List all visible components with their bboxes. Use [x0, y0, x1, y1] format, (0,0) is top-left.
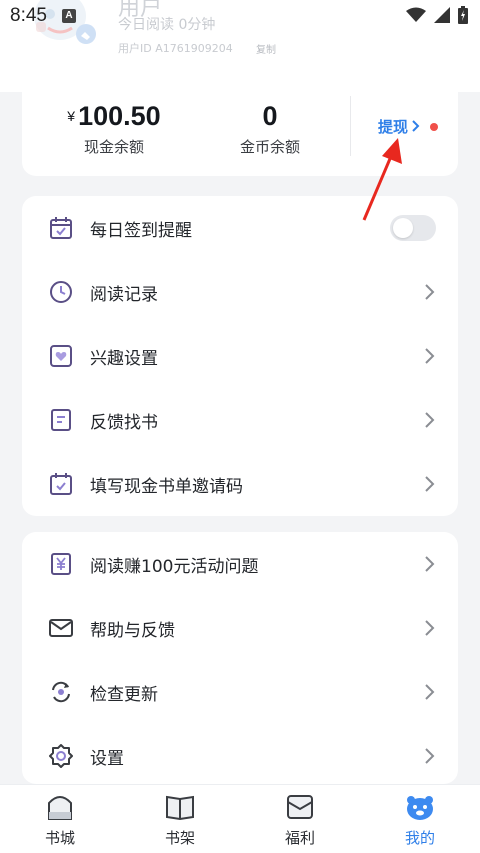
tab-mine[interactable]: 我的 — [380, 793, 460, 848]
notification-a-icon: A — [62, 9, 76, 23]
menu-item-check-update[interactable]: 检查更新 — [22, 660, 458, 724]
cash-balance-value: 100.50 — [78, 101, 161, 131]
signal-icon — [434, 7, 450, 27]
chevron-right-icon — [412, 117, 420, 136]
balance-divider — [350, 96, 351, 156]
wifi-icon — [406, 7, 426, 27]
menu-item-label: 检查更新 — [90, 684, 158, 705]
menu-item-label: 反馈找书 — [90, 412, 158, 433]
copy-id-button[interactable]: 复制 — [256, 41, 276, 56]
chevron-right-icon — [424, 683, 436, 701]
chevron-right-icon — [424, 475, 436, 493]
annotation-arrow-icon — [358, 132, 408, 224]
menu-group-1: 每日签到提醒 阅读记录 兴趣设置 反馈找书 填写现金书单邀请码 — [22, 196, 458, 516]
menu-item-activity-questions[interactable]: 阅读赚100元活动问题 — [22, 532, 458, 596]
cash-balance-label: 现金余额 — [83, 138, 144, 156]
coin-balance[interactable]: 0 金币余额 — [200, 100, 340, 157]
status-bar: 8:45 A — [0, 0, 480, 34]
mail-icon — [48, 615, 74, 641]
clock-icon — [48, 279, 74, 305]
tab-welfare[interactable]: 福利 — [260, 793, 340, 848]
calendar-check-icon — [48, 215, 74, 241]
tab-label: 我的 — [404, 829, 435, 847]
currency-symbol: ¥ — [67, 108, 76, 124]
calendar-check-icon — [48, 471, 74, 497]
coin-balance-value: 0 — [262, 101, 278, 131]
menu-item-label: 阅读记录 — [90, 284, 158, 305]
menu-item-help-feedback[interactable]: 帮助与反馈 — [22, 596, 458, 660]
chevron-right-icon — [424, 283, 436, 301]
menu-item-label: 每日签到提醒 — [90, 220, 192, 241]
tab-bookshelf[interactable]: 书架 — [140, 793, 220, 848]
profile-bear-icon — [405, 793, 435, 821]
status-time: 8:45 — [10, 5, 47, 26]
menu-item-label: 兴趣设置 — [90, 348, 158, 369]
menu-item-interest-settings[interactable]: 兴趣设置 — [22, 324, 458, 388]
notification-dot — [430, 122, 439, 131]
chevron-right-icon — [424, 555, 436, 573]
menu-item-invite-code[interactable]: 填写现金书单邀请码 — [22, 452, 458, 516]
chevron-right-icon — [424, 347, 436, 365]
bottom-nav: 书城 书架 福利 我的 — [0, 784, 480, 853]
menu-item-settings[interactable]: 设置 — [22, 724, 458, 788]
menu-item-feedback-find-book[interactable]: 反馈找书 — [22, 388, 458, 452]
cash-balance[interactable]: ¥100.50 现金余额 — [44, 100, 184, 157]
chevron-right-icon — [424, 619, 436, 637]
menu-item-label: 设置 — [90, 748, 124, 769]
tab-label: 福利 — [284, 829, 315, 847]
menu-group-2: 阅读赚100元活动问题 帮助与反馈 检查更新 设置 — [22, 532, 458, 784]
tab-label: 书城 — [44, 829, 75, 847]
chevron-right-icon — [424, 411, 436, 429]
gift-icon — [285, 793, 315, 821]
user-id-text: 用户ID A1761909204 — [118, 42, 233, 55]
bookshelf-icon — [165, 793, 195, 821]
menu-item-reading-history[interactable]: 阅读记录 — [22, 260, 458, 324]
heart-icon — [48, 343, 74, 369]
menu-item-label: 阅读赚100元活动问题 — [90, 556, 259, 577]
document-icon — [48, 407, 74, 433]
menu-item-label: 填写现金书单邀请码 — [90, 476, 243, 497]
coin-balance-label: 金币余额 — [239, 138, 300, 156]
gear-icon — [48, 743, 74, 769]
tab-bookstore[interactable]: 书城 — [20, 793, 100, 848]
bookstore-icon — [45, 793, 75, 821]
battery-icon — [458, 6, 468, 28]
yuan-doc-icon — [48, 551, 74, 577]
tab-label: 书架 — [164, 829, 195, 847]
chevron-right-icon — [424, 747, 436, 765]
refresh-icon — [48, 679, 74, 705]
menu-item-label: 帮助与反馈 — [90, 620, 175, 641]
